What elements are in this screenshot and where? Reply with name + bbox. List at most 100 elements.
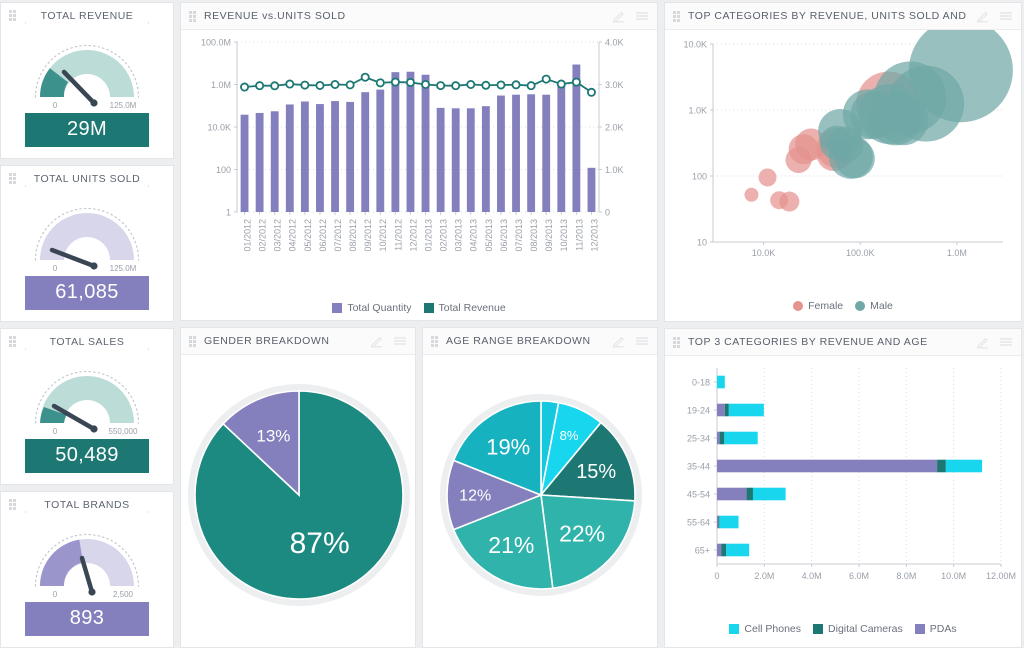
revenue-chart-canvas: 1 100 10.0K 1.0M 100.0M 0 1.0K 2.0K 3.0K 4.0K 01/2… [181,30,657,302]
legend-label: Total Quantity [347,302,412,314]
kpi-card-total-brands[interactable]: TOTAL BRANDS 0 2,500 893 [0,491,174,648]
legend-item-male[interactable]: Male [855,300,893,312]
kpi-card-total-units-sold[interactable]: TOTAL UNITS SOLD 0 125.0M 61,085 [0,165,174,322]
svg-text:07/2013: 07/2013 [514,219,524,252]
legend-item-cell-phones[interactable]: Cell Phones [729,623,801,635]
hamburger-menu-icon[interactable] [635,334,649,348]
dashboard-root: TOTAL REVENUE 0 125.0M 29M TOTAL UNITS S… [0,0,1024,648]
svg-text:02/2013: 02/2013 [439,219,449,252]
drag-grip-icon[interactable] [9,10,17,21]
legend-label: Cell Phones [744,623,802,635]
svg-text:05/2012: 05/2012 [303,219,313,252]
kpi-frame: TOTAL REVENUE 0 125.0M [25,9,149,111]
edit-pencil-icon[interactable] [612,9,626,23]
pie-slice-label: 12% [459,487,491,504]
hamburger-menu-icon[interactable] [999,9,1013,23]
svg-text:100.0M: 100.0M [201,38,231,48]
drag-grip-icon[interactable] [9,336,17,347]
legend-item-digital-cameras[interactable]: Digital Cameras [813,623,903,635]
drag-grip-icon[interactable] [189,10,197,22]
pie-slice-label: 22% [559,520,605,546]
gauge-min-label: 0 [53,264,58,273]
panel-revenue-vs-units: REVENUE vs.UNITS SOLD 1 100 10.0K 1.0M 100.0… [180,2,658,321]
legend-item-total-revenue[interactable]: Total Revenue [423,302,506,314]
drag-grip-icon[interactable] [673,10,681,22]
kpi-label: TOTAL UNITS SOLD [25,172,149,185]
kpi-card-total-sales[interactable]: TOTAL SALES 0 550,000 50,489 [0,328,174,485]
gauge-min-label: 0 [53,427,58,436]
drag-grip-icon[interactable] [9,173,17,184]
gauge-chart: 0 550,000 [25,351,149,437]
gauge-chart: 0 125.0M [25,25,149,111]
kpi-card-total-revenue[interactable]: TOTAL REVENUE 0 125.0M 29M [0,2,174,159]
gender-pie-canvas: 87% 13% [181,355,415,647]
kpi-value: 893 [25,601,149,636]
gauge-chart: 0 2,500 [25,514,149,600]
svg-text:1.0M: 1.0M [211,80,231,90]
panel-age-range-breakdown: AGE RANGE BREAKDOWN 8% 15% 22% 21% 12% 19% [422,327,658,648]
legend-label: PDAs [929,623,957,635]
panel-title: AGE RANGE BREAKDOWN [446,335,591,347]
revenue-legend: Total Quantity Total Revenue [181,302,657,320]
svg-text:100: 100 [692,172,707,182]
hamburger-menu-icon[interactable] [635,9,649,23]
drag-grip-icon[interactable] [673,336,681,348]
gauge-min-label: 0 [53,101,58,110]
drag-grip-icon[interactable] [431,335,439,347]
kpi-value: 29M [25,112,149,147]
panel-title: REVENUE vs.UNITS SOLD [204,10,346,22]
svg-text:04/2013: 04/2013 [469,219,479,252]
hamburger-menu-icon[interactable] [999,335,1013,349]
svg-text:1.0K: 1.0K [605,165,624,175]
legend-item-total-quantity[interactable]: Total Quantity [332,302,412,314]
edit-pencil-icon[interactable] [612,334,626,348]
svg-text:4.0M: 4.0M [802,571,822,581]
gauge-min-label: 0 [53,590,58,599]
gauge-max-label: 2,500 [113,590,134,599]
svg-text:06/2013: 06/2013 [499,219,509,252]
svg-text:0: 0 [714,571,719,581]
legend-item-pdas[interactable]: PDAs [914,623,957,635]
edit-pencil-icon[interactable] [370,334,384,348]
panel-title: GENDER BREAKDOWN [204,335,330,347]
svg-text:10/2013: 10/2013 [559,219,569,252]
legend-item-female[interactable]: Female [793,300,843,312]
svg-text:3.0K: 3.0K [605,80,624,90]
kpi-body: TOTAL SALES 0 550,000 50,489 [1,329,173,484]
panel-header: TOP CATEGORIES BY REVENUE, UNITS SOLD AN… [665,3,1021,30]
gauge-max-label: 125.0M [110,264,137,273]
panel-top3-categories: TOP 3 CATEGORIES BY REVENUE AND AGE 0 2.0… [664,328,1022,648]
svg-text:12/2012: 12/2012 [408,219,418,252]
svg-text:05/2013: 05/2013 [484,219,494,252]
pie-slice-label: 87% [290,527,350,560]
svg-text:2.0M: 2.0M [754,571,774,581]
edit-pencil-icon[interactable] [976,9,990,23]
hamburger-menu-icon[interactable] [393,334,407,348]
gauge-chart: 0 125.0M [25,188,149,274]
svg-text:10.0K: 10.0K [207,123,231,133]
kpi-body: TOTAL REVENUE 0 125.0M 29M [1,3,173,158]
svg-text:1.0M: 1.0M [947,248,967,258]
svg-text:09/2013: 09/2013 [544,219,554,252]
pie-slice-label: 13% [256,427,290,446]
drag-grip-icon[interactable] [9,499,17,510]
svg-text:10.0K: 10.0K [752,248,776,258]
panel-gender-breakdown: GENDER BREAKDOWN 87% 13% [180,327,416,648]
svg-text:01/2013: 01/2013 [423,219,433,252]
kpi-body: TOTAL BRANDS 0 2,500 893 [1,492,173,647]
svg-text:09/2012: 09/2012 [363,219,373,252]
kpi-label: TOTAL REVENUE [25,9,149,22]
svg-text:10.0K: 10.0K [683,40,707,50]
panel-top-categories-bubble: TOP CATEGORIES BY REVENUE, UNITS SOLD AN… [664,2,1022,322]
edit-pencil-icon[interactable] [976,335,990,349]
svg-text:07/2012: 07/2012 [333,219,343,252]
svg-text:4.0K: 4.0K [605,38,624,48]
panel-header: TOP 3 CATEGORIES BY REVENUE AND AGE [665,329,1021,356]
top3-legend: Cell Phones Digital Cameras PDAs [665,623,1021,647]
svg-text:10.0M: 10.0M [941,571,966,581]
drag-grip-icon[interactable] [189,335,197,347]
kpi-column: TOTAL REVENUE 0 125.0M 29M TOTAL UNITS S… [0,0,174,648]
kpi-frame: TOTAL UNITS SOLD 0 125.0M [25,172,149,274]
right-column: TOP CATEGORIES BY REVENUE, UNITS SOLD AN… [664,0,1022,648]
kpi-body: TOTAL UNITS SOLD 0 125.0M 61,085 [1,166,173,321]
